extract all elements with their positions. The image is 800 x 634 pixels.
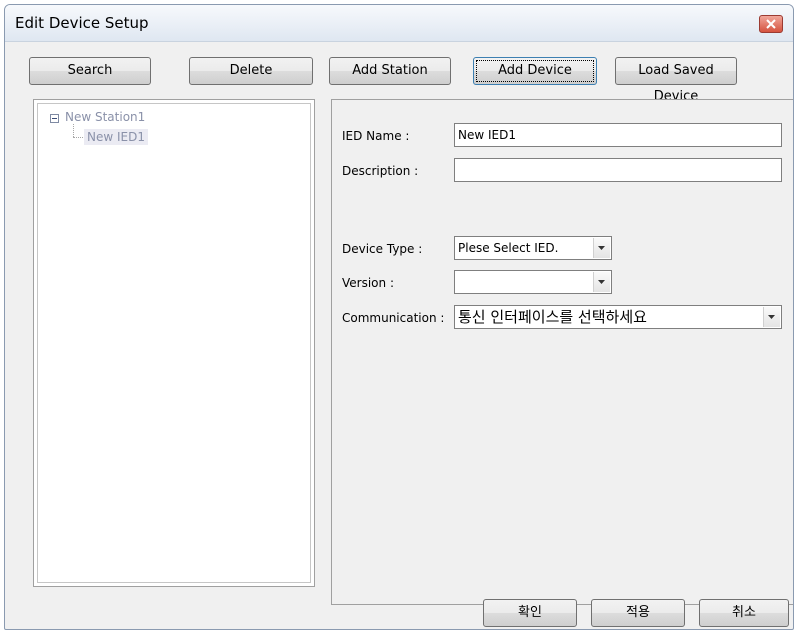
edit-device-setup-dialog: Edit Device Setup Search Delete Add Stat…: [4, 4, 794, 630]
title-bar[interactable]: Edit Device Setup: [5, 5, 793, 42]
tree-view[interactable]: New Station1 New IED1: [37, 103, 311, 583]
apply-button[interactable]: 적용: [591, 599, 685, 627]
ied-name-field[interactable]: New IED1: [454, 123, 782, 147]
tree-connector-horizontal: [73, 137, 83, 138]
chevron-down-icon: [598, 246, 605, 250]
device-properties-panel: IED Name : New IED1 Description : Device…: [331, 99, 793, 605]
device-type-dropdown-button[interactable]: [593, 238, 610, 258]
version-dropdown-button[interactable]: [593, 272, 610, 292]
description-label: Description :: [342, 164, 419, 178]
ied-name-label: IED Name :: [342, 129, 410, 143]
tree-connector-vertical: [73, 124, 74, 137]
add-device-button[interactable]: Add Device: [473, 57, 597, 85]
window-title: Edit Device Setup: [15, 14, 149, 32]
description-field[interactable]: [454, 158, 782, 182]
version-select[interactable]: [454, 270, 612, 294]
station-tree[interactable]: New Station1 New IED1: [33, 99, 315, 587]
minus-box-icon[interactable]: [50, 114, 59, 123]
search-button[interactable]: Search: [29, 57, 151, 85]
device-type-value: Plese Select IED.: [458, 241, 559, 255]
chevron-down-icon: [598, 280, 605, 284]
add-device-label: Add Device: [498, 63, 572, 78]
tree-node-station[interactable]: New Station1: [65, 110, 145, 124]
communication-value: 통신 인터페이스를 선택하세요: [458, 308, 647, 326]
close-button[interactable]: [759, 15, 783, 33]
communication-label: Communication :: [342, 311, 445, 325]
chevron-down-icon: [768, 315, 775, 319]
close-icon: [766, 19, 776, 29]
load-saved-device-button[interactable]: Load Saved Device: [615, 57, 737, 104]
add-station-button[interactable]: Add Station: [329, 57, 451, 85]
cancel-button[interactable]: 취소: [699, 599, 789, 627]
version-label: Version :: [342, 276, 394, 290]
communication-dropdown-button[interactable]: [763, 307, 780, 327]
device-type-label: Device Type :: [342, 242, 423, 256]
communication-select[interactable]: 통신 인터페이스를 선택하세요: [454, 305, 782, 329]
device-type-select[interactable]: Plese Select IED.: [454, 236, 612, 260]
ok-button[interactable]: 확인: [483, 599, 577, 627]
delete-button[interactable]: Delete: [189, 57, 313, 85]
tree-node-device[interactable]: New IED1: [84, 129, 148, 145]
